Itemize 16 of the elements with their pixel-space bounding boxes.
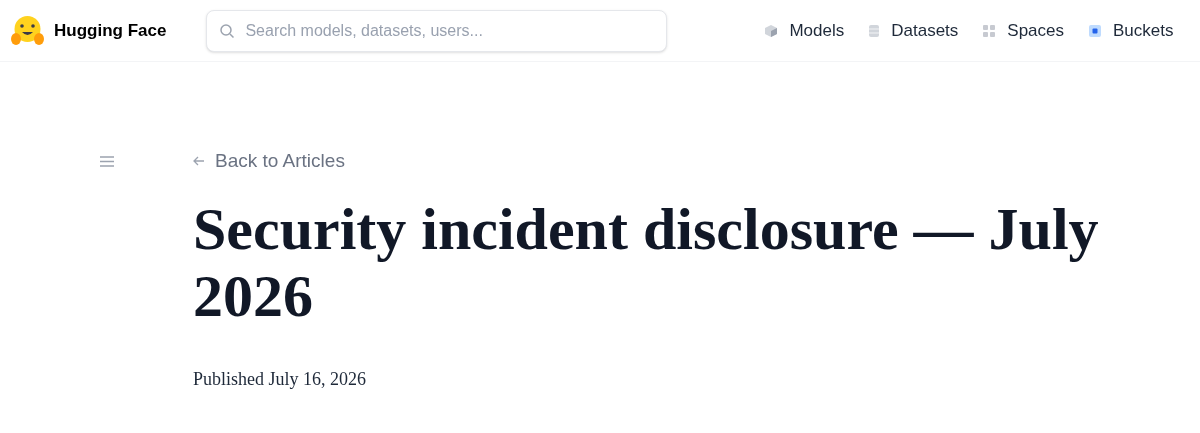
nav-link[interactable]: Spaces [982,17,1064,44]
article-title: Security incident disclosure — July 2026 [193,196,1100,330]
left-arrow-icon [193,156,205,166]
grid-icon [982,23,997,38]
search-field[interactable]: Search models, datasets, users... [206,9,668,52]
nav-link[interactable]: Datasets [868,17,959,44]
nav-link[interactable]: Buckets [1088,17,1174,44]
hugging-face-logo-icon[interactable] [10,14,45,47]
brand-name[interactable]: Hugging Face [54,17,167,44]
cube-icon [764,23,779,38]
back-link[interactable]: Back to Articles [193,146,1153,176]
database-icon [868,23,881,38]
square-icon [1088,23,1102,38]
published-date: Published July 16, 2026 [193,368,367,391]
search-icon [219,22,236,39]
nav-link[interactable]: Models [764,17,845,44]
